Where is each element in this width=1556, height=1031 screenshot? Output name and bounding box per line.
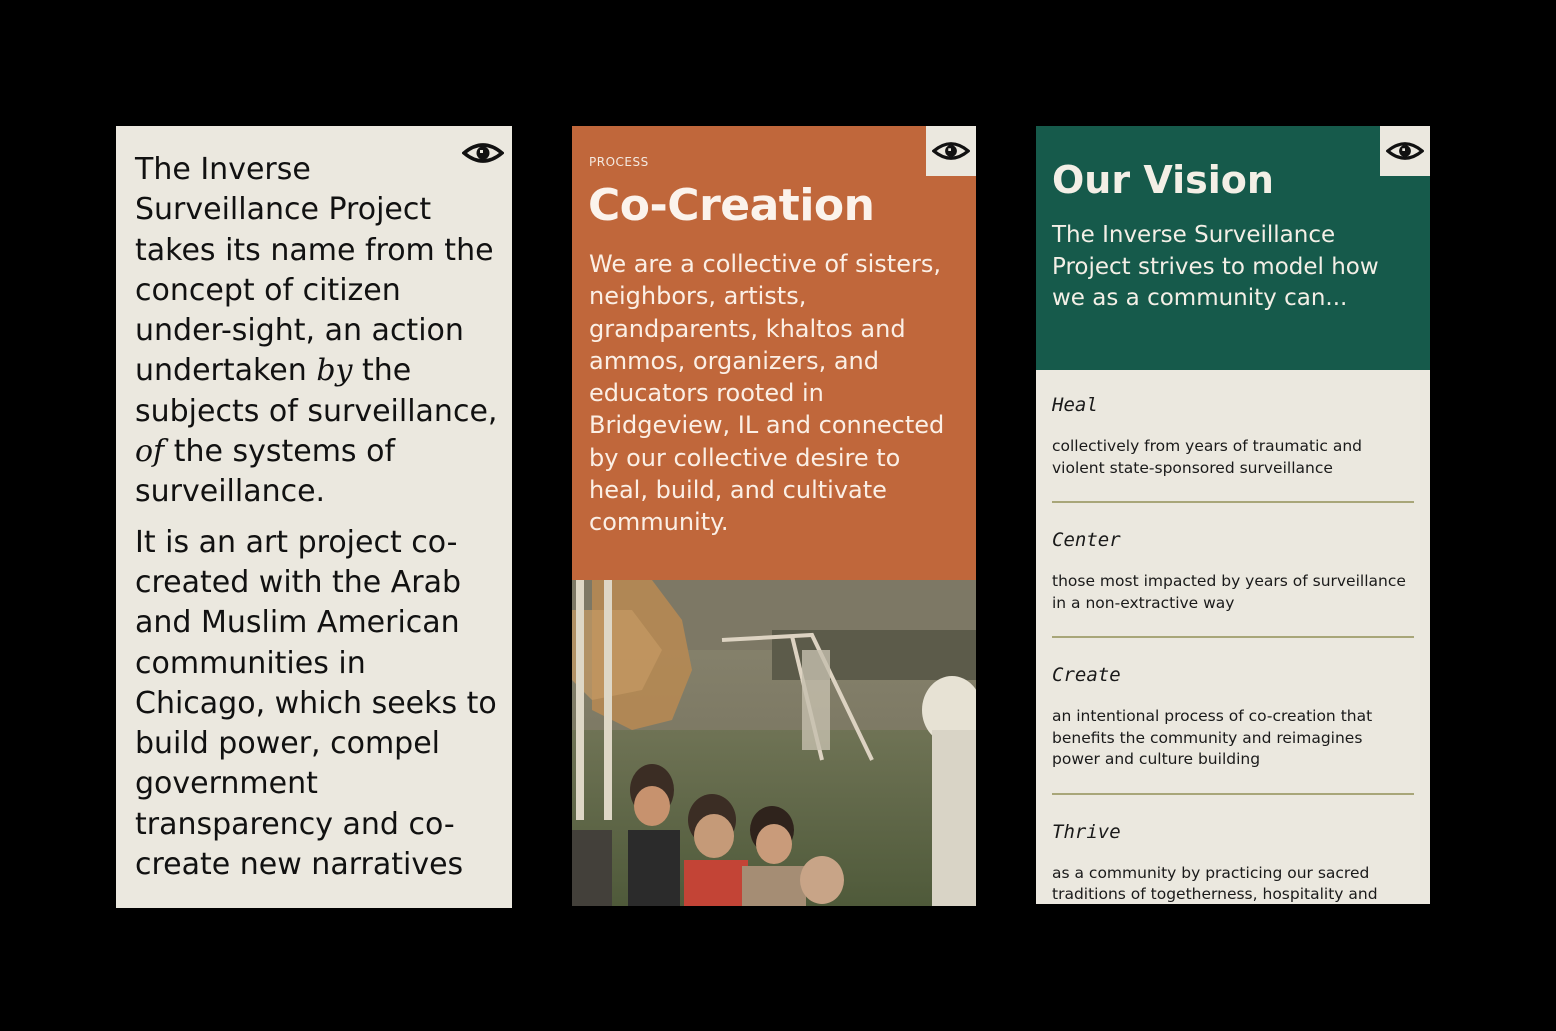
vision-item-heading: Center [1052,529,1121,551]
vision-item-description: those most impacted by years of surveill… [1052,572,1406,612]
vision-item-center: Center those most impacted by years of s… [1052,529,1414,638]
vision-item-create: Create an intentional process of co-crea… [1052,664,1414,795]
vision-list: Heal collectively from years of traumati… [1052,394,1414,904]
vision-panel: Our Vision The Inverse Surveillance Proj… [1036,126,1430,904]
section-body: We are a collective of sisters, neighbor… [589,250,945,537]
section-title: Co-Creation [588,180,875,231]
vision-item-description: as a community by practicing our sacred … [1052,863,1378,904]
process-panel: PROCESS Co-Creation We are a collective … [572,126,976,906]
vision-item-heading: Thrive [1052,820,1121,843]
section-eyebrow: PROCESS [589,155,649,169]
eye-toggle-button[interactable] [1380,126,1430,176]
vision-item-heading: Create [1052,664,1121,686]
eye-icon [932,142,970,160]
vision-item-thrive: Thrive as a community by practicing our … [1052,821,1414,905]
vision-item-heading: Heal [1052,394,1098,416]
about-text: The Inverse Surveillance Project takes i… [135,150,501,895]
about-paragraph-2: It is an art project co-created with the… [135,524,497,883]
eye-toggle-button[interactable] [926,126,976,176]
vision-title: Our Vision [1052,158,1274,202]
vision-item-description: collectively from years of traumatic and… [1052,437,1362,477]
vision-intro: The Inverse Surveillance Project strives… [1052,222,1379,311]
vision-item-description: an intentional process of co-creation th… [1052,707,1373,768]
community-photo [572,580,976,906]
about-panel: The Inverse Surveillance Project takes i… [116,126,512,908]
vision-header: Our Vision The Inverse Surveillance Proj… [1036,126,1430,370]
about-paragraph-1: The Inverse Surveillance Project takes i… [135,152,498,510]
vision-item-heal: Heal collectively from years of traumati… [1052,394,1414,503]
eye-icon [1386,142,1424,160]
